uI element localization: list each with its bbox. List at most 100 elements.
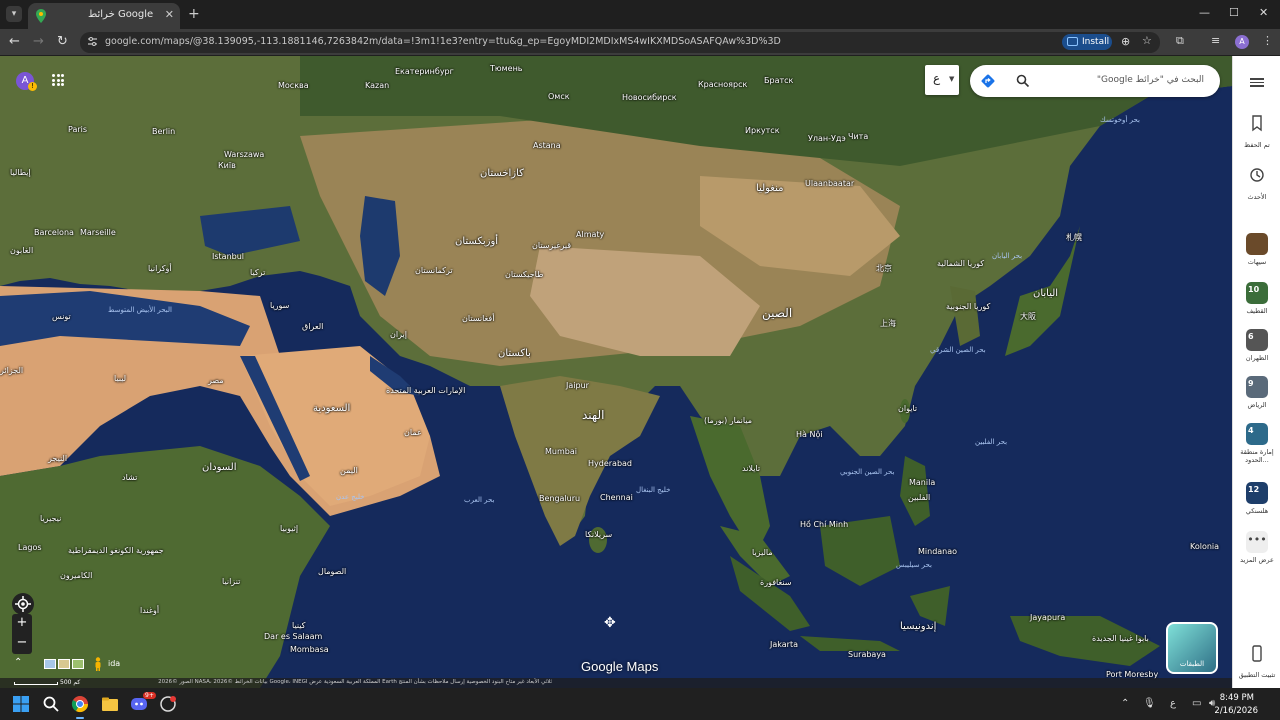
microphone-icon[interactable]: 🎙︎	[1143, 698, 1156, 709]
map-label[interactable]: السعودية	[313, 403, 350, 414]
map-label[interactable]: Hà Nội	[796, 430, 823, 439]
map-label[interactable]: Paris	[68, 125, 87, 134]
map-label[interactable]: Dar es Salaam	[264, 632, 322, 641]
map-label[interactable]: إيطاليا	[10, 168, 31, 177]
clock-date[interactable]: 2/16/2026	[1214, 706, 1258, 716]
map-label[interactable]: بابوا غينيا الجديدة	[1092, 634, 1149, 643]
clock-time[interactable]: 8:49 PM	[1220, 693, 1254, 703]
map-label[interactable]: تايوان	[898, 404, 917, 413]
map-label[interactable]: كوريا الجنوبية	[946, 302, 990, 311]
map-label[interactable]: إثيوبيا	[280, 524, 298, 533]
new-tab-button[interactable]: +	[188, 6, 200, 22]
rail-menu-item[interactable]	[1233, 76, 1280, 89]
map-label[interactable]: Hồ Chí Minh	[800, 520, 848, 529]
map-label[interactable]: Chennai	[600, 493, 633, 502]
map-label[interactable]: Bengaluru	[539, 494, 580, 503]
forward-button[interactable]: →	[33, 34, 44, 49]
map-label[interactable]: الكاميرون	[60, 571, 92, 580]
map-label[interactable]: 大阪	[1020, 311, 1036, 322]
map-label[interactable]: الغابون	[10, 246, 33, 255]
map-label[interactable]: Astana	[533, 141, 561, 150]
map-label[interactable]: Lagos	[18, 543, 42, 552]
map-label[interactable]: Чита	[848, 132, 868, 141]
minimize-button[interactable]: —	[1199, 6, 1210, 19]
address-bar[interactable]: google.com/maps/@38.139095,-113.1881146,…	[80, 32, 1160, 53]
map-label[interactable]: الهند	[582, 408, 604, 422]
map-label[interactable]: Jaipur	[566, 381, 589, 390]
map-label[interactable]: ميانمار (بورما)	[704, 416, 752, 425]
layers-button[interactable]: الطبقات	[1166, 622, 1218, 674]
map-label[interactable]: الصين	[762, 306, 792, 320]
map-label[interactable]: Екатеринбург	[395, 67, 454, 76]
layer-thumb-terrain[interactable]	[58, 659, 70, 669]
map-label[interactable]: العراق	[302, 322, 323, 331]
back-button[interactable]: ←	[9, 34, 20, 49]
map-label[interactable]: Berlin	[152, 127, 175, 136]
map-label[interactable]: سوريا	[270, 301, 289, 310]
map-label[interactable]: سريلانكا	[585, 530, 612, 539]
directions-icon[interactable]	[980, 73, 996, 89]
map-label[interactable]: قيرغيزستان	[532, 241, 571, 250]
map-label[interactable]: إندونيسيا	[900, 621, 936, 632]
map-label[interactable]: Иркутск	[745, 126, 780, 135]
map-label[interactable]: أوكرانيا	[148, 264, 172, 273]
map-label[interactable]: منغوليا	[756, 183, 783, 194]
map-label[interactable]: تركمانستان	[415, 266, 453, 275]
rail-recent-place[interactable]: 4 إمارة منطقة الحدود...	[1233, 423, 1280, 464]
map-label[interactable]: تايلاند	[742, 464, 760, 473]
map-label[interactable]: الإمارات العربية المتحدة	[386, 386, 465, 395]
map-label[interactable]: تركيا	[250, 268, 265, 277]
map-label[interactable]: جمهورية الكونغو الديمقراطية	[68, 546, 164, 555]
tray-overflow-icon[interactable]: ⌃	[1121, 698, 1129, 709]
map-label[interactable]: تونس	[52, 312, 71, 321]
map-label[interactable]: Kolonia	[1190, 542, 1219, 551]
search-input[interactable]: البحث في "خرائط Google"	[1097, 75, 1204, 85]
map-label[interactable]: Братск	[764, 76, 793, 85]
zoom-icon[interactable]: ⊕	[1121, 35, 1130, 48]
map-label[interactable]: Barcelona	[34, 228, 74, 237]
map-label[interactable]: Jakarta	[770, 640, 798, 649]
tab-search-button[interactable]: ▾	[6, 6, 22, 22]
rail-more[interactable]: ••• عرض المزيد	[1233, 531, 1280, 564]
hamburger-menu-icon[interactable]	[1250, 78, 1264, 87]
search-icon[interactable]	[1016, 74, 1030, 88]
map-label[interactable]: السودان	[202, 462, 237, 473]
map-label[interactable]: عمان	[404, 428, 422, 437]
map-label[interactable]: تشاد	[122, 473, 137, 482]
map-label[interactable]: النيجر	[48, 454, 67, 463]
map-label[interactable]: Mindanao	[918, 547, 957, 556]
map-label[interactable]: Surabaya	[848, 650, 886, 659]
close-window-button[interactable]: ✕	[1259, 6, 1268, 19]
maps-search-box[interactable]: البحث في "خرائط Google"	[970, 65, 1220, 97]
install-app-button[interactable]: Install	[1062, 34, 1112, 50]
map-label[interactable]: كينيا	[292, 621, 306, 630]
attribution-text[interactable]: الصور ©2026 NASA، بيانات الخرائط ©2026 G…	[158, 679, 552, 685]
map-label[interactable]: أفغانستان	[462, 314, 494, 323]
map-label[interactable]: نيجيريا	[40, 514, 61, 523]
map-label[interactable]: كوريا الشمالية	[937, 259, 984, 268]
map-label[interactable]: الفلبين	[908, 493, 930, 502]
map-label[interactable]: Ulaanbaatar	[805, 179, 854, 188]
map-label[interactable]: سنغافورة	[760, 578, 791, 587]
network-icon[interactable]: ▭	[1192, 698, 1201, 709]
map-label[interactable]: Київ	[218, 161, 236, 170]
map-label[interactable]: 上海	[880, 318, 896, 329]
pegman-icon[interactable]	[94, 657, 102, 671]
file-explorer-icon[interactable]	[101, 695, 119, 713]
app-icon[interactable]	[159, 695, 177, 713]
tab-close-icon[interactable]: ✕	[165, 8, 174, 21]
rail-recent-place[interactable]: سيهات	[1233, 233, 1280, 266]
map-label[interactable]: Warszawa	[224, 150, 264, 159]
scale-bar[interactable]	[14, 682, 58, 685]
map-label[interactable]: أوزبكستان	[455, 236, 498, 247]
rail-recent-place[interactable]: 6 الظهران	[1233, 329, 1280, 362]
rail-recent-place[interactable]: 12 هلسنكي	[1233, 482, 1280, 515]
reload-button[interactable]: ↻	[57, 34, 68, 49]
map-label[interactable]: Омск	[548, 92, 570, 101]
map-label[interactable]: Manila	[909, 478, 935, 487]
rail-recent[interactable]: الأحدث	[1233, 164, 1280, 201]
layer-thumb-transit[interactable]	[44, 659, 56, 669]
chrome-icon[interactable]	[71, 695, 89, 713]
category-chip[interactable]: ع ▼	[925, 65, 959, 95]
map-label[interactable]: Красноярск	[698, 80, 747, 89]
